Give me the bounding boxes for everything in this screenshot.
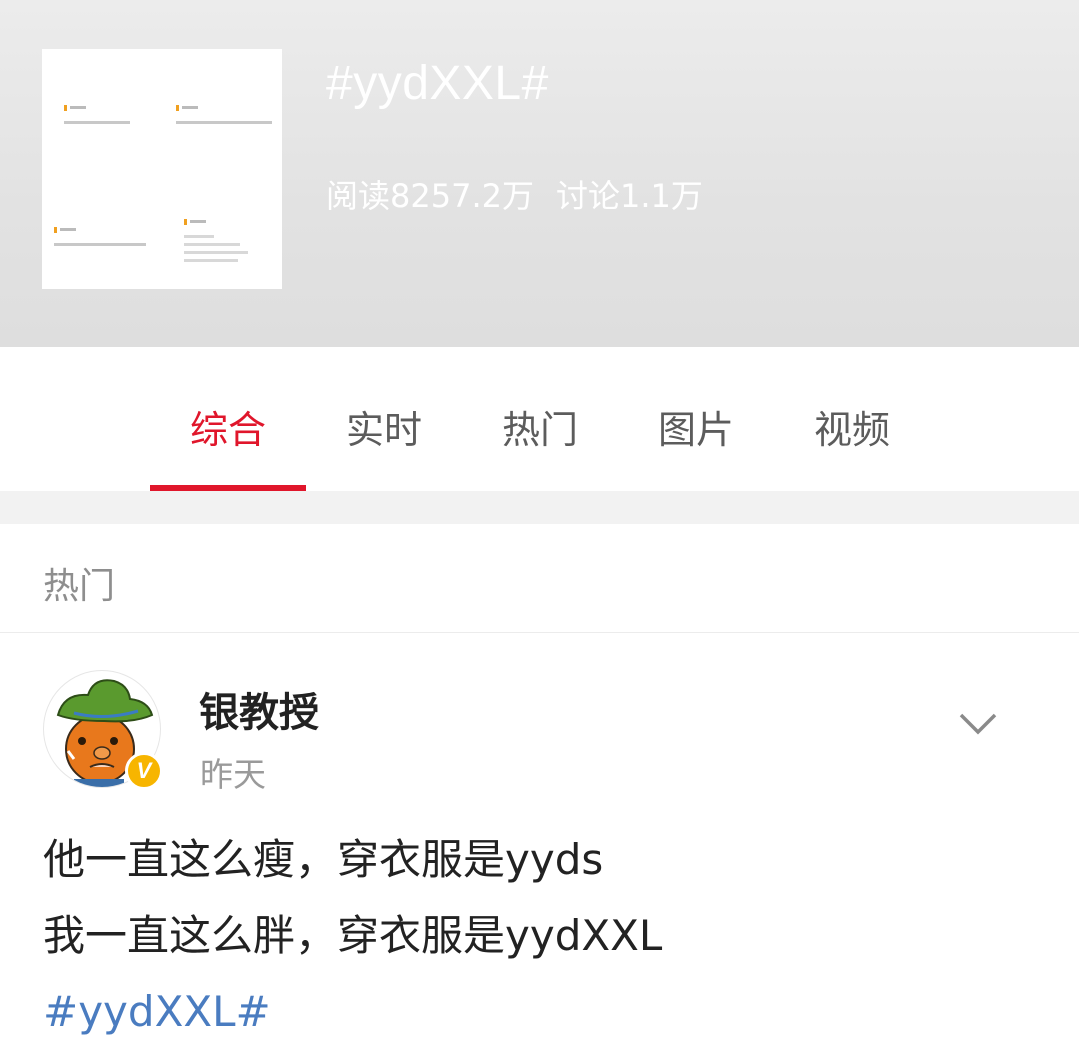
- chevron-down-icon[interactable]: [958, 710, 998, 738]
- post-time: 昨天: [200, 755, 266, 794]
- tab-hot[interactable]: 热门: [462, 399, 618, 454]
- discussion-count: 讨论1.1万: [555, 177, 703, 215]
- cover-block-4: [184, 211, 254, 262]
- post-line-2: 我一直这么胖，穿衣服是yydXXL: [43, 911, 663, 960]
- cover-block-1: [64, 97, 144, 124]
- section-header: 热门: [0, 524, 1079, 633]
- topic-header: #yydXXL# 阅读8257.2万 讨论1.1万: [0, 0, 1079, 347]
- verified-badge: V: [125, 752, 163, 790]
- post-card[interactable]: V 银教授 昨天 他一直这么瘦，穿衣服是yyds 我一直这么胖，穿衣服是yydX…: [0, 634, 1079, 1038]
- read-count: 阅读8257.2万: [326, 177, 534, 215]
- post-hashtag-link[interactable]: #yydXXL#: [43, 974, 662, 1038]
- post-username[interactable]: 银教授: [199, 680, 319, 738]
- tab-realtime[interactable]: 实时: [306, 399, 462, 454]
- cover-block-2: [176, 97, 276, 124]
- section-title: 热门: [43, 566, 116, 607]
- tab-images[interactable]: 图片: [618, 399, 774, 454]
- post-content: 他一直这么瘦，穿衣服是yyds 我一直这么胖，穿衣服是yydXXL #yydXX…: [43, 822, 662, 1038]
- divider: [0, 491, 1079, 524]
- topic-title: #yydXXL#: [326, 57, 549, 110]
- topic-cover-image[interactable]: [42, 49, 282, 289]
- post-line-1: 他一直这么瘦，穿衣服是yyds: [43, 835, 604, 884]
- topic-stats: 阅读8257.2万 讨论1.1万: [326, 171, 725, 217]
- tab-bar: 综合 实时 热门 图片 视频: [0, 347, 1079, 491]
- tab-general[interactable]: 综合: [150, 399, 306, 454]
- tab-videos[interactable]: 视频: [774, 399, 930, 454]
- cover-block-3: [54, 219, 150, 246]
